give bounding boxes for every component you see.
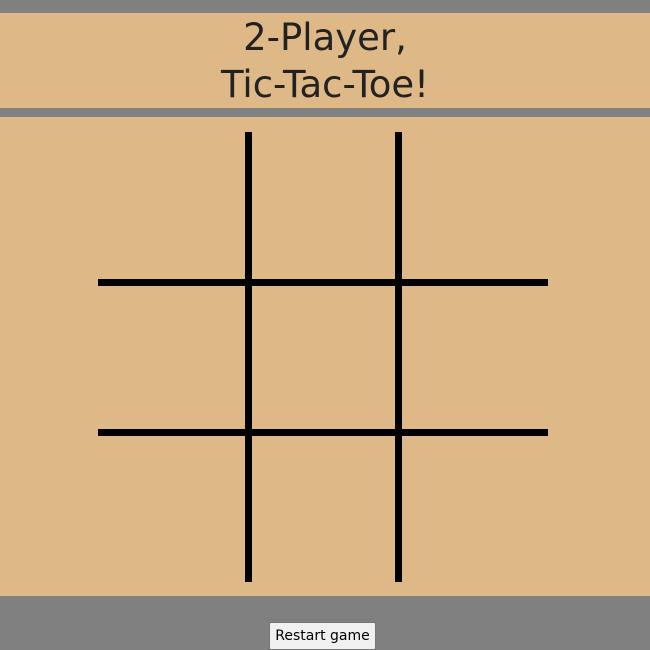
restart-game-button[interactable]: Restart game [269,622,376,650]
footer-bar: Restart game [0,596,650,650]
page: 2-Player, Tic-Tac-Toe! Restart game [0,0,650,650]
board-cell-3[interactable] [398,132,548,282]
tic-tac-toe-board [98,132,548,582]
grid-line-horizontal-2 [98,429,548,436]
page-title-line-1: 2-Player, [243,15,407,59]
board-cell-7[interactable] [98,432,248,582]
page-title-line-2: Tic-Tac-Toe! [220,62,430,106]
board-cell-8[interactable] [248,432,398,582]
board-cell-6[interactable] [398,282,548,432]
board-cell-1[interactable] [98,132,248,282]
board-panel [0,117,650,596]
title-banner: 2-Player, Tic-Tac-Toe! [0,13,650,108]
grid-line-vertical-2 [395,132,402,582]
board-cell-4[interactable] [98,282,248,432]
board-cell-2[interactable] [248,132,398,282]
grid-line-vertical-1 [245,132,252,582]
board-cell-9[interactable] [398,432,548,582]
grid-line-horizontal-1 [98,279,548,286]
board-cell-5[interactable] [248,282,398,432]
